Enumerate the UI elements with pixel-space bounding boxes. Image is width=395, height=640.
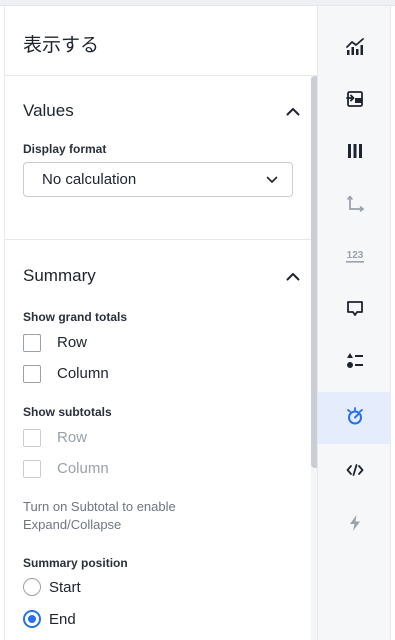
grand-total-column-option[interactable]: Column <box>23 358 301 389</box>
panel-scroll-area: Values Display format No calculation Sum… <box>5 76 317 640</box>
position-start-label: Start <box>49 578 81 596</box>
subtotal-column-option[interactable]: Column <box>23 453 301 484</box>
subtotal-column-checkbox[interactable] <box>23 459 41 478</box>
rail-item-number-format[interactable]: 123 <box>318 232 391 284</box>
rail-item-columns[interactable] <box>318 127 391 179</box>
display-format-select[interactable]: No calculation <box>23 162 293 197</box>
subtotal-row-checkbox[interactable] <box>23 428 41 447</box>
grand-total-column-checkbox[interactable] <box>23 364 41 383</box>
conditional-format-icon <box>345 351 365 376</box>
settings-panel: 表示する Values Display format No calculatio… <box>4 6 318 640</box>
summary-section-title: Summary <box>23 266 96 285</box>
position-start-radio[interactable] <box>23 578 41 596</box>
subtotal-row-option[interactable]: Row <box>23 422 301 453</box>
position-end-label: End <box>49 610 76 628</box>
axis-icon <box>345 194 365 219</box>
icon-rail: 123 <box>318 6 391 640</box>
chevron-up-icon[interactable] <box>285 103 301 119</box>
grand-total-row-option[interactable]: Row <box>23 327 301 358</box>
summary-section: Summary Show grand totals Row Column Sho… <box>5 240 317 635</box>
rail-item-chart[interactable] <box>318 23 391 75</box>
summary-position-label: Summary position <box>23 556 128 570</box>
swap-fields-icon <box>345 89 365 114</box>
grand-totals-label: Show grand totals <box>23 310 128 324</box>
grand-total-column-label: Column <box>57 365 109 382</box>
rail-item-axis[interactable] <box>318 180 391 232</box>
lightning-icon <box>345 513 365 538</box>
values-section: Values Display format No calculation <box>5 76 317 240</box>
subtotal-column-label: Column <box>57 460 109 477</box>
code-icon <box>345 460 365 485</box>
chevron-up-icon[interactable] <box>285 268 301 284</box>
chart-bar-line-icon <box>345 37 365 62</box>
rail-item-tooltip[interactable] <box>318 285 391 337</box>
values-section-header[interactable]: Values <box>23 100 301 122</box>
chevron-down-icon <box>266 171 278 188</box>
rail-item-code[interactable] <box>318 446 391 498</box>
summary-section-header[interactable]: Summary <box>23 265 301 287</box>
panel-title: 表示する <box>5 6 317 76</box>
subtotals-label: Show subtotals <box>23 405 112 419</box>
rail-item-actions[interactable] <box>318 499 391 551</box>
values-section-title: Values <box>23 101 74 120</box>
svg-text:123: 123 <box>346 250 363 261</box>
rail-item-fields[interactable] <box>318 75 391 127</box>
rail-item-settings[interactable] <box>318 392 391 444</box>
scrollbar-thumb[interactable] <box>311 76 317 468</box>
grand-total-row-checkbox[interactable] <box>23 333 41 352</box>
settings-gauge-icon <box>345 406 365 431</box>
subtotal-row-label: Row <box>57 429 88 446</box>
position-end-radio[interactable] <box>23 610 41 628</box>
number-format-icon: 123 <box>344 246 366 271</box>
subtotal-hint: Turn on Subtotal to enable Expand/Collap… <box>23 499 176 532</box>
tooltip-icon <box>345 299 365 324</box>
rail-item-conditional-format[interactable] <box>318 337 391 389</box>
display-format-value: No calculation <box>42 171 137 188</box>
columns-icon <box>345 141 365 166</box>
position-start-option[interactable]: Start <box>23 571 301 603</box>
position-end-option[interactable]: End <box>23 603 301 635</box>
display-format-label: Display format <box>23 142 107 156</box>
grand-total-row-label: Row <box>57 334 88 351</box>
